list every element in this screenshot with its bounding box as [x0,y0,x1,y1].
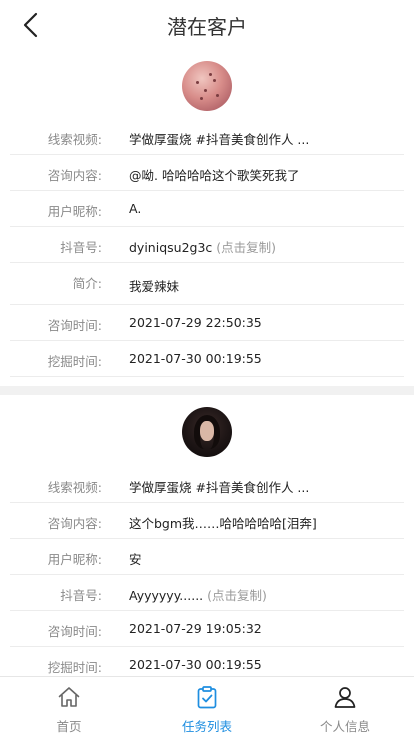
douyin-id-text: dyiniqsu2g3c [129,240,213,255]
row-label: 挖掘时间: [47,660,102,675]
row-value: 安 [129,552,142,567]
user-icon [333,685,357,709]
header-bar: 潜在客户 [0,0,414,50]
row-label: 挖掘时间: [47,354,102,369]
row-value: 2021-07-29 22:50:35 [129,315,262,330]
tab-label: 个人信息 [319,719,370,734]
row-label: 简介: [72,276,102,291]
page-title: 潜在客户 [167,15,247,39]
row-lead-video[interactable]: 线索视频: 学做厚蛋烧 #抖音美食创作人 ... [10,467,404,503]
row-value: 学做厚蛋烧 #抖音美食创作人 ... [129,132,310,147]
row-label: 咨询时间: [47,318,102,333]
tab-home[interactable]: 首页 [0,677,138,736]
row-douyin-id[interactable]: 抖音号: Ayyyyyy...... (点击复制) [10,575,404,611]
row-bio: 简介: 我爱辣妹 [10,263,404,305]
avatar [182,61,232,111]
row-label: 线索视频: [47,480,102,495]
row-value: 2021-07-30 00:19:55 [129,657,262,672]
row-nickname: 用户昵称: 安 [10,539,404,575]
row-value: 2021-07-30 00:19:55 [129,351,262,366]
customer-list[interactable]: 线索视频: 学做厚蛋烧 #抖音美食创作人 ... 咨询内容: @呦. 哈哈哈哈这… [0,50,414,676]
clipboard-check-icon [195,685,219,709]
row-mined-time: 挖掘时间: 2021-07-30 00:19:55 [10,647,404,676]
row-value: 我爱辣妹 [129,279,180,294]
row-label: 用户昵称: [47,552,102,567]
home-icon [57,685,81,709]
row-label: 抖音号: [60,588,102,603]
row-inquiry: 咨询内容: @呦. 哈哈哈哈这个歌笑死我了 [10,155,404,191]
row-inquiry: 咨询内容: 这个bgm我……哈哈哈哈哈[泪奔] [10,503,404,539]
row-value: @呦. 哈哈哈哈这个歌笑死我了 [129,168,300,183]
row-label: 咨询内容: [47,168,102,183]
tab-profile[interactable]: 个人信息 [276,677,414,736]
row-lead-video[interactable]: 线索视频: 学做厚蛋烧 #抖音美食创作人 ... [10,119,404,155]
avatar [182,407,232,457]
row-label: 咨询内容: [47,516,102,531]
tab-label: 任务列表 [181,719,232,734]
row-label: 咨询时间: [47,624,102,639]
row-value: 学做厚蛋烧 #抖音美食创作人 ... [129,480,310,495]
row-inquiry-time: 咨询时间: 2021-07-29 22:50:35 [10,305,404,341]
card-separator [0,386,414,395]
row-inquiry-time: 咨询时间: 2021-07-29 19:05:32 [10,611,404,647]
row-value: A. [129,201,142,216]
tab-task-list[interactable]: 任务列表 [138,677,276,736]
copy-link[interactable]: (点击复制) [216,240,276,255]
douyin-id-text: Ayyyyyy...... [129,588,204,603]
row-value: 这个bgm我……哈哈哈哈哈[泪奔] [129,516,317,531]
row-value: dyiniqsu2g3c (点击复制) [129,237,400,256]
copy-link[interactable]: (点击复制) [207,588,267,603]
row-douyin-id[interactable]: 抖音号: dyiniqsu2g3c (点击复制) [10,227,404,263]
row-nickname: 用户昵称: A. [10,191,404,227]
row-label: 线索视频: [47,132,102,147]
row-label: 用户昵称: [47,204,102,219]
tab-label: 首页 [56,719,82,734]
row-mined-time: 挖掘时间: 2021-07-30 00:19:55 [10,341,404,377]
row-value: Ayyyyyy...... (点击复制) [129,585,400,604]
row-label: 抖音号: [60,240,102,255]
bottom-tab-bar: 首页 任务列表 个人信息 [0,676,414,736]
row-value: 2021-07-29 19:05:32 [129,621,262,636]
